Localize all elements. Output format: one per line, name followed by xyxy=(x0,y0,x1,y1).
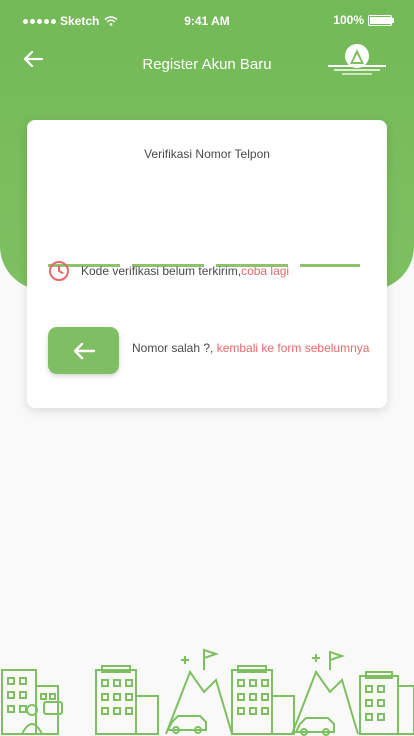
back-to-form-button[interactable] xyxy=(48,327,119,374)
verification-card: Verifikasi Nomor Telpon Kode verifikasi … xyxy=(27,120,387,408)
wrong-number-text: Nomor salah ?, xyxy=(132,341,217,355)
timer-text: Kode verifikasi belum terkirim, xyxy=(81,264,242,278)
car-1 xyxy=(166,715,207,734)
status-bar: Sketch 9:41 AM 100% xyxy=(0,0,414,40)
wrong-number-row: Nomor salah ?, kembali ke form sebelumny… xyxy=(132,341,369,355)
clock-icon xyxy=(49,261,69,281)
arrow-left-icon xyxy=(73,342,95,359)
card-title: Verifikasi Nomor Telpon xyxy=(144,147,270,161)
city-skyline-illustration xyxy=(1,648,414,736)
status-right: 100% xyxy=(333,13,394,27)
otp-digit-4[interactable] xyxy=(300,236,360,267)
building-3 xyxy=(231,665,295,735)
retry-link[interactable]: coba lagi xyxy=(241,264,289,278)
battery-icon xyxy=(368,14,394,26)
building-2 xyxy=(95,665,159,735)
car-2 xyxy=(294,717,335,736)
mountain-logo-icon xyxy=(328,44,386,75)
timer-row: Kode verifikasi belum terkirim, coba lag… xyxy=(48,260,289,282)
mountain-flag-1 xyxy=(165,648,233,735)
back-to-form-link[interactable]: kembali ke form sebelumnya xyxy=(217,341,370,355)
person-figure xyxy=(21,701,63,735)
battery-percent: 100% xyxy=(333,13,364,27)
building-right xyxy=(359,671,414,735)
